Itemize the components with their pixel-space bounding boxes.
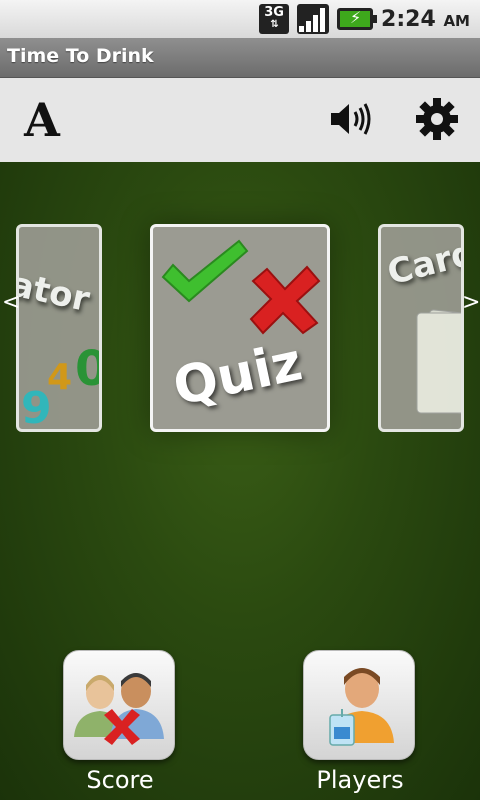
card-cards-label: Card (383, 232, 464, 294)
players-label: Players (316, 766, 404, 794)
status-time: 2:24 (381, 6, 436, 32)
game-carousel[interactable]: lator 4 0 9 Quiz Card < > (0, 162, 480, 472)
cross-icon (249, 265, 321, 335)
app-title: Time To Drink (7, 45, 154, 67)
playing-cards-icon (416, 309, 461, 415)
calc-digit: 9 (21, 383, 52, 432)
carousel-next-arrow[interactable]: > (462, 290, 480, 315)
toolbar: A (0, 78, 480, 162)
checkmark-icon (161, 239, 249, 303)
gear-icon[interactable] (414, 96, 460, 142)
players-person-icon (329, 668, 394, 746)
status-clock: 2:24 AM (381, 7, 470, 32)
speaker-icon[interactable] (328, 98, 376, 140)
card-quiz-label: Quiz (168, 332, 308, 418)
font-a-icon[interactable]: A (22, 96, 62, 144)
card-calculator-label: lator (16, 261, 94, 321)
score-people-icon (74, 673, 164, 745)
app-title-bar: Time To Drink (0, 38, 480, 78)
main-area: lator 4 0 9 Quiz Card < > (0, 162, 480, 800)
calc-digit: 0 (75, 341, 99, 397)
card-quiz[interactable]: Quiz (150, 224, 330, 432)
players-button[interactable] (303, 650, 415, 760)
card-cards[interactable]: Card (378, 224, 464, 432)
signal-strength-icon (297, 4, 330, 34)
card-calculator[interactable]: lator 4 0 9 (16, 224, 102, 432)
status-bar: 3G ⇅ ⚡ 2:24 AM (0, 0, 480, 38)
status-ampm: AM (443, 11, 470, 30)
network-3g-icon: 3G ⇅ (259, 4, 290, 34)
score-label: Score (86, 766, 154, 794)
battery-icon: ⚡ (337, 8, 378, 30)
score-button[interactable] (63, 650, 175, 760)
carousel-prev-arrow[interactable]: < (2, 290, 20, 315)
